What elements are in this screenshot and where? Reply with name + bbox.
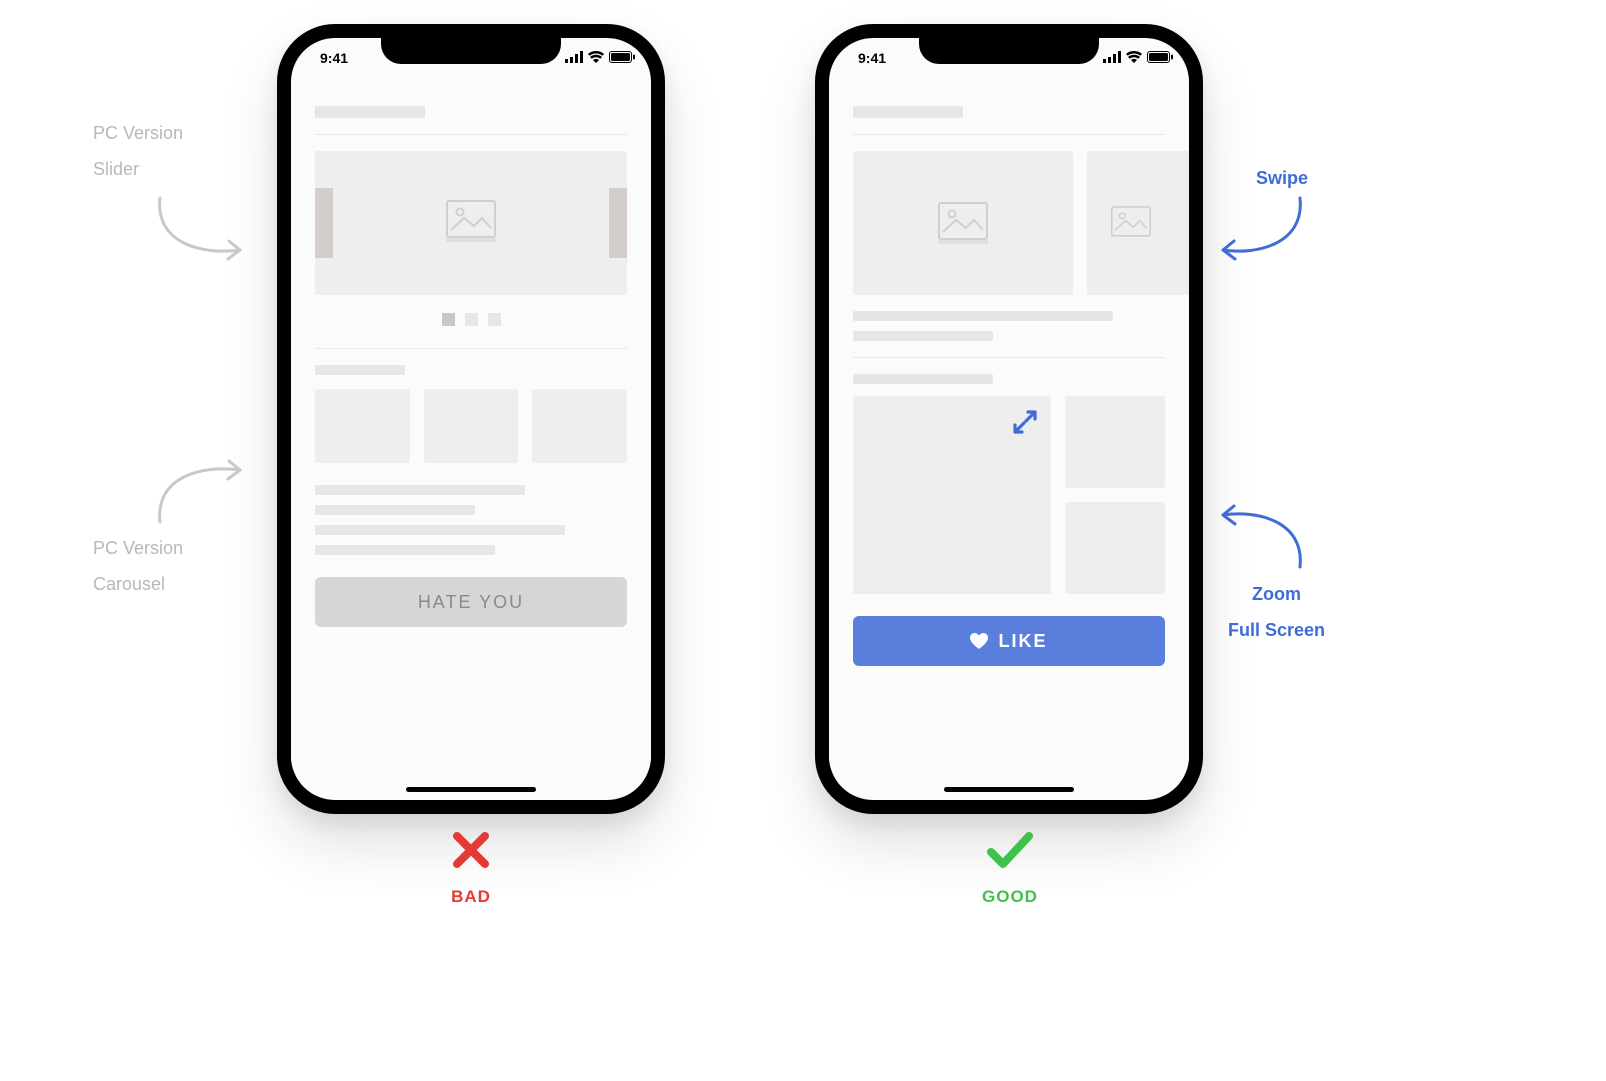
skeleton-heading bbox=[315, 106, 425, 118]
skeleton-line bbox=[315, 545, 495, 555]
divider bbox=[315, 134, 627, 135]
divider bbox=[853, 134, 1165, 135]
thumb[interactable] bbox=[315, 389, 410, 463]
skeleton-line bbox=[853, 311, 1113, 321]
signal-icon bbox=[565, 51, 583, 63]
battery-icon bbox=[609, 51, 635, 63]
screen-good: LIKE bbox=[829, 88, 1189, 770]
arrow-icon bbox=[1215, 495, 1315, 575]
hate-you-button[interactable]: HATE YOU bbox=[315, 577, 627, 627]
verdict-label: GOOD bbox=[910, 887, 1110, 907]
divider bbox=[315, 348, 627, 349]
carousel-dot[interactable] bbox=[488, 313, 501, 326]
swipe-carousel[interactable] bbox=[853, 151, 1203, 295]
phone-mockup-good: 9:41 bbox=[815, 24, 1203, 814]
annotation-pc-carousel: PC Version Carousel bbox=[93, 530, 183, 602]
gallery-tile[interactable] bbox=[1065, 396, 1165, 488]
phone-notch bbox=[919, 34, 1099, 64]
verdict-good: GOOD bbox=[910, 830, 1110, 907]
pc-carousel-thumbs[interactable] bbox=[315, 389, 627, 463]
thumb[interactable] bbox=[532, 389, 627, 463]
home-indicator bbox=[406, 787, 536, 792]
annotation-zoom: Zoom Full Screen bbox=[1228, 576, 1325, 648]
carousel-dots bbox=[315, 313, 627, 326]
carousel-next-button[interactable] bbox=[609, 188, 627, 258]
zoomable-gallery bbox=[853, 396, 1165, 594]
arrow-icon bbox=[145, 450, 255, 530]
skeleton-line bbox=[853, 331, 993, 341]
divider bbox=[853, 357, 1165, 358]
like-button[interactable]: LIKE bbox=[853, 616, 1165, 666]
skeleton-line bbox=[315, 485, 525, 495]
status-right bbox=[1103, 51, 1173, 63]
arrow-icon bbox=[1215, 190, 1315, 270]
image-placeholder-icon bbox=[1111, 204, 1151, 242]
arrow-icon bbox=[145, 190, 255, 270]
battery-icon bbox=[1147, 51, 1173, 63]
verdict-bad: BAD bbox=[371, 830, 571, 907]
button-label: LIKE bbox=[998, 631, 1047, 652]
button-label: HATE YOU bbox=[418, 592, 524, 613]
skeleton-line bbox=[315, 505, 475, 515]
image-placeholder-icon bbox=[446, 200, 496, 247]
carousel-prev-button[interactable] bbox=[315, 188, 333, 258]
phone-notch bbox=[381, 34, 561, 64]
verdict-label: BAD bbox=[371, 887, 571, 907]
skeleton-line bbox=[315, 525, 565, 535]
heart-icon bbox=[970, 633, 988, 649]
signal-icon bbox=[1103, 51, 1121, 63]
screen-bad: HATE YOU bbox=[291, 88, 651, 770]
gallery-side-column bbox=[1065, 396, 1165, 594]
phone-mockup-bad: 9:41 bbox=[277, 24, 665, 814]
skeleton-line bbox=[853, 374, 993, 384]
skeleton-heading bbox=[853, 106, 963, 118]
annotation-pc-slider: PC Version Slider bbox=[93, 115, 183, 187]
carousel-dot[interactable] bbox=[465, 313, 478, 326]
skeleton-line bbox=[315, 365, 405, 375]
check-icon bbox=[910, 830, 1110, 877]
thumb[interactable] bbox=[424, 389, 519, 463]
carousel-dot[interactable] bbox=[442, 313, 455, 326]
gallery-tile[interactable] bbox=[1065, 502, 1165, 594]
swipe-card[interactable] bbox=[853, 151, 1073, 295]
expand-fullscreen-icon[interactable] bbox=[1011, 408, 1039, 441]
status-right bbox=[565, 51, 635, 63]
swipe-card-peek[interactable] bbox=[1087, 151, 1203, 295]
image-placeholder-icon bbox=[938, 202, 988, 244]
home-indicator bbox=[944, 787, 1074, 792]
wifi-icon bbox=[1126, 51, 1142, 63]
gallery-main-tile[interactable] bbox=[853, 396, 1051, 594]
status-time: 9:41 bbox=[858, 50, 886, 66]
wifi-icon bbox=[588, 51, 604, 63]
pc-slider-carousel[interactable] bbox=[315, 151, 627, 295]
status-time: 9:41 bbox=[320, 50, 348, 66]
cross-icon bbox=[371, 830, 571, 877]
